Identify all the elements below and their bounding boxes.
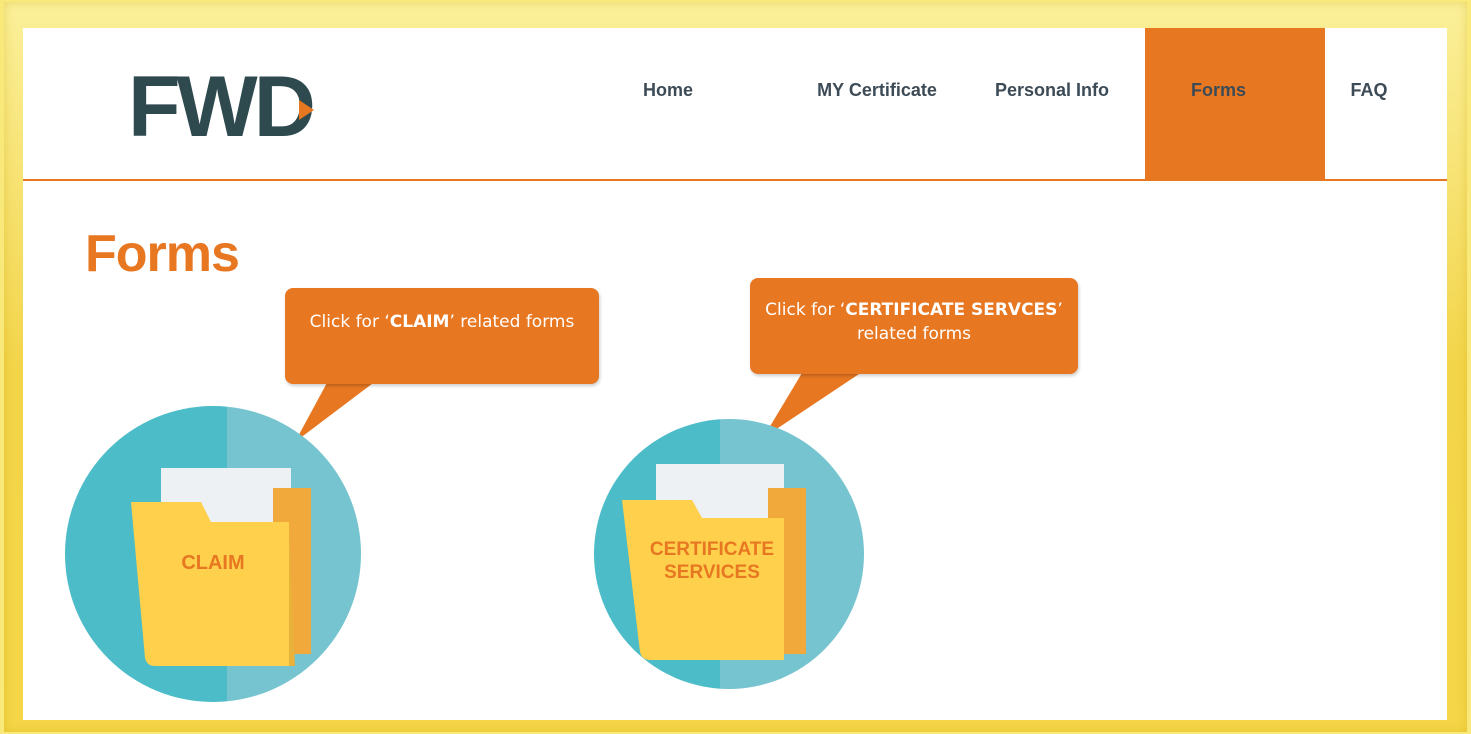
- claim-label: CLAIM: [181, 552, 245, 574]
- certificate-label-line1: CERTIFICATE: [649, 539, 775, 560]
- nav-forms[interactable]: Forms: [1145, 28, 1325, 179]
- page-title: Forms: [85, 225, 240, 283]
- fwd-logo-icon: FWD: [128, 59, 317, 155]
- callout-certificate-services: Click for ‘CERTIFICATE SERVCES’ related …: [750, 278, 1078, 374]
- nav-home[interactable]: Home: [643, 28, 693, 179]
- callout-claim-suffix: ’ related forms: [449, 312, 575, 332]
- nav-faq[interactable]: FAQ: [1349, 28, 1389, 179]
- callout-claim-prefix: Click for ‘: [309, 312, 390, 332]
- callout-cert-bold: CERTIFICATE SERVCES: [845, 300, 1058, 320]
- nav-my-certificate[interactable]: MY Certificate: [797, 28, 957, 179]
- nav-personal-info[interactable]: Personal Info: [987, 28, 1117, 179]
- certificate-services-forms-button[interactable]: CERTIFICATE SERVICES: [584, 404, 884, 704]
- callout-claim: Click for ‘CLAIM’ related forms: [285, 288, 599, 384]
- certificate-label-line2: SERVICES: [664, 562, 760, 583]
- callout-claim-bold: CLAIM: [389, 312, 450, 332]
- claim-forms-button[interactable]: CLAIM: [63, 404, 363, 704]
- highlight-frame: FWD Home MY Certificate Personal Info Fo…: [4, 2, 1467, 732]
- callout-cert-prefix: Click for ‘: [765, 300, 846, 320]
- header: FWD Home MY Certificate Personal Info Fo…: [23, 28, 1447, 181]
- fwd-logo[interactable]: FWD: [128, 59, 348, 155]
- certificate-services-label: CERTIFICATE SERVICES: [642, 538, 782, 584]
- svg-text:FWD: FWD: [128, 66, 313, 146]
- page: FWD Home MY Certificate Personal Info Fo…: [23, 28, 1447, 720]
